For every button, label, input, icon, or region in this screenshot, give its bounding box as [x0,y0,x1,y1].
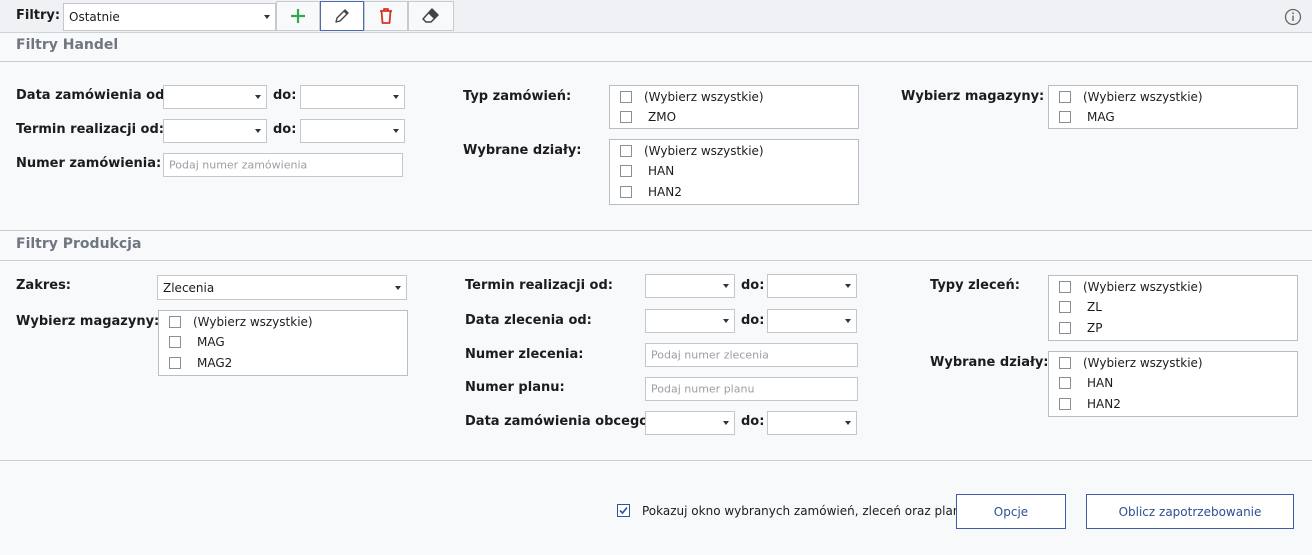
chevron-down-icon [723,421,729,425]
order-date-from-label: Data zamówienia od: [16,88,170,103]
checkbox[interactable] [1059,398,1071,410]
order-date-from-picker[interactable] [163,85,267,109]
departments-label: Wybrane działy: [463,143,582,158]
external-date-to-label: do: [741,414,765,429]
divider [0,230,1312,231]
production-due-date-to-label: do: [741,278,765,293]
checkbox[interactable] [620,165,632,177]
show-window-label: Pokazuj okno wybranych zamówień, zleceń … [642,504,978,518]
checkbox[interactable] [169,316,181,328]
warehouses-label: Wybierz magazyny: [901,89,1045,104]
chevron-down-icon [723,284,729,288]
plan-number-placeholder: Podaj numer planu [651,382,755,396]
edit-filter-button[interactable] [320,1,364,31]
commission-date-to-picker[interactable] [767,309,857,333]
checkbox[interactable] [1059,322,1071,334]
production-warehouses-label: Wybierz magazyny: [16,314,160,329]
due-date-from-picker[interactable] [163,119,267,143]
commission-number-placeholder: Podaj numer zlecenia [651,348,769,362]
checkbox[interactable] [620,111,632,123]
order-type-label: Typ zamówień: [463,89,572,104]
checkbox[interactable] [1059,281,1071,293]
commission-date-to-label: do: [741,313,765,328]
check-icon [619,506,628,515]
order-date-to-picker[interactable] [300,85,405,109]
commission-date-from-picker[interactable] [645,309,735,333]
section-title-handel: Filtry Handel [16,37,119,53]
range-select-value: Zlecenia [163,280,215,295]
delete-filter-button[interactable] [364,1,408,31]
chevron-down-icon [393,95,399,99]
commission-types-label: Typy zleceń: [930,278,1020,293]
due-date-to-picker[interactable] [300,119,405,143]
order-number-input[interactable]: Podaj numer zamówienia [163,153,403,177]
chevron-down-icon [393,129,399,133]
checkbox[interactable] [620,145,632,157]
chevron-down-icon [845,284,851,288]
plus-icon [291,9,305,23]
order-type-list: (Wybierz wszystkie) ZMO [609,85,859,129]
chevron-down-icon [255,129,261,133]
calculate-requirements-button[interactable]: Oblicz zapotrzebowanie [1086,494,1294,529]
checkbox[interactable] [169,336,181,348]
external-date-to-picker[interactable] [767,411,857,435]
add-filter-button[interactable] [276,1,320,31]
filter-select-value: Ostatnie [69,10,120,24]
production-departments-label: Wybrane działy: [930,355,1049,370]
external-date-label: Data zamówienia obcego: [465,414,654,429]
checkbox[interactable] [1059,301,1071,313]
chevron-down-icon [845,421,851,425]
chevron-down-icon [723,319,729,323]
commission-date-from-label: Data zlecenia od: [465,313,592,328]
info-icon [1284,8,1302,26]
clear-filter-button[interactable] [408,1,454,31]
commission-number-label: Numer zlecenia: [465,347,584,362]
checkbox[interactable] [1059,111,1071,123]
filters-label: Filtry: [16,8,61,23]
chevron-down-icon [845,319,851,323]
show-window-checkbox[interactable] [617,504,630,517]
external-date-from-picker[interactable] [645,411,735,435]
info-button[interactable] [1284,8,1302,26]
due-date-to-label: do: [273,122,297,137]
filter-select[interactable]: Ostatnie [63,3,276,31]
order-number-placeholder: Podaj numer zamówienia [169,158,308,172]
range-select[interactable]: Zlecenia [157,275,407,300]
production-departments-list: (Wybierz wszystkie) HAN HAN2 [1048,351,1298,417]
pencil-icon [335,9,349,23]
checkbox[interactable] [169,357,181,369]
order-number-label: Numer zamówienia: [16,156,162,171]
production-warehouses-list: (Wybierz wszystkie) MAG MAG2 [158,310,408,376]
plan-number-input[interactable]: Podaj numer planu [645,377,858,401]
chevron-down-icon [395,285,401,290]
checkbox[interactable] [1059,357,1071,369]
production-due-date-from-picker[interactable] [645,274,735,298]
commission-types-list: (Wybierz wszystkie) ZL ZP [1048,275,1298,341]
checkbox[interactable] [1059,377,1071,389]
trash-icon [380,8,392,24]
options-button[interactable]: Opcje [956,494,1066,529]
production-due-date-to-picker[interactable] [767,274,857,298]
eraser-icon [422,8,439,23]
divider [0,61,1312,62]
chevron-down-icon [264,15,270,19]
due-date-from-label: Termin realizacji od: [16,122,164,137]
section-title-produkcja: Filtry Produkcja [16,236,142,252]
divider [0,460,1312,461]
checkbox[interactable] [620,91,632,103]
departments-list: (Wybierz wszystkie) HAN HAN2 [609,139,859,205]
production-due-date-from-label: Termin realizacji od: [465,278,613,293]
order-date-to-label: do: [273,88,297,103]
commission-number-input[interactable]: Podaj numer zlecenia [645,343,858,367]
checkbox[interactable] [620,186,632,198]
divider [0,260,1312,261]
warehouses-list: (Wybierz wszystkie) MAG [1048,85,1298,129]
chevron-down-icon [255,95,261,99]
range-label: Zakres: [16,278,72,293]
plan-number-label: Numer planu: [465,380,565,395]
checkbox[interactable] [1059,91,1071,103]
